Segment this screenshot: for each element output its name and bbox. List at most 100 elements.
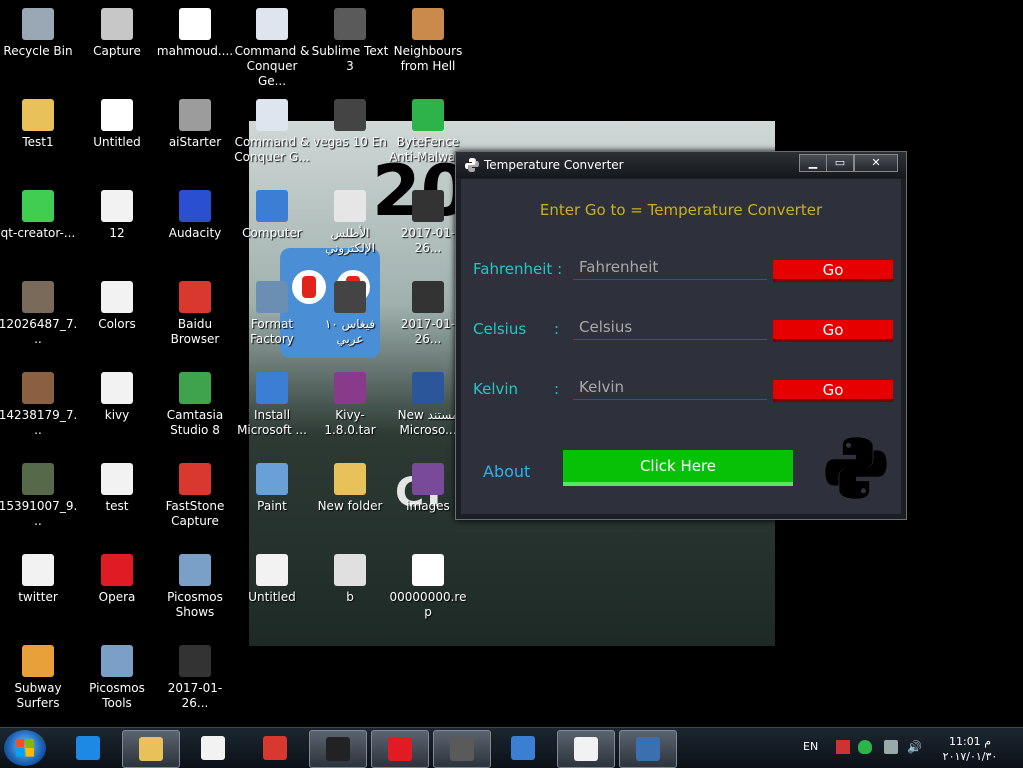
clock-time: 11:01 م: [948, 735, 991, 748]
fahrenheit-go-button[interactable]: Go: [773, 260, 893, 282]
desktop-icon[interactable]: Picosmos Shows: [155, 554, 235, 620]
shortcut-icon: [334, 190, 366, 222]
desktop-icon[interactable]: Command & Conquer G...: [232, 99, 312, 165]
power-icon[interactable]: [884, 740, 898, 754]
title-bar[interactable]: Temperature Converter ▁ ▭ ✕: [456, 152, 906, 178]
desktop-icon[interactable]: qt-creator-...: [0, 190, 78, 241]
close-button[interactable]: ✕: [854, 154, 898, 172]
desktop-icon[interactable]: Paint: [232, 463, 312, 514]
shield-icon[interactable]: [858, 740, 872, 754]
python-file-icon: [22, 554, 54, 586]
kelvin-colon: :: [554, 380, 560, 398]
taskbar-item-cmd[interactable]: [309, 730, 367, 768]
desktop-icon[interactable]: Colors: [77, 281, 157, 332]
desktop-icon[interactable]: 00000000.rep: [388, 554, 468, 620]
minimize-button[interactable]: ▁: [799, 154, 827, 172]
taskbar-item-sublime[interactable]: [433, 730, 491, 768]
desktop-icon-label: 12: [109, 226, 125, 240]
sublime-icon: [450, 737, 474, 761]
desktop-icon-label: kivy: [104, 408, 130, 422]
desktop-icon[interactable]: 14238179_7...: [0, 372, 78, 438]
video-icon: [412, 281, 444, 313]
kelvin-go-button[interactable]: Go: [773, 380, 893, 402]
desktop-icon[interactable]: Recycle Bin: [0, 8, 78, 59]
taskbar-item-internet-explorer[interactable]: [60, 730, 116, 766]
game-icon: [22, 645, 54, 677]
window-content: Enter Go to = Temperature Converter Fahr…: [461, 179, 901, 514]
desktop-icon-label: test: [105, 499, 129, 513]
video-icon: [179, 645, 211, 677]
faststone-icon: [179, 463, 211, 495]
internet-explorer-icon: [76, 736, 100, 760]
desktop-icon-label: Test1: [22, 135, 54, 149]
shortcut-icon: [256, 8, 288, 40]
heading: Enter Go to = Temperature Converter: [539, 201, 823, 219]
desktop-icon[interactable]: Subway Surfers: [0, 645, 78, 711]
taskbar-item-python-tk[interactable]: [619, 730, 677, 768]
desktop-icon[interactable]: فيغاس ١٠ عربي: [310, 281, 390, 347]
taskbar-item-file-explorer[interactable]: [122, 730, 180, 768]
desktop-icon[interactable]: vegas 10 En: [310, 99, 390, 150]
desktop-icon[interactable]: Untitled: [77, 99, 157, 150]
desktop-icon[interactable]: Install Microsoft ...: [232, 372, 312, 438]
desktop-icon[interactable]: Sublime Text 3: [310, 8, 390, 74]
network-icon[interactable]: [836, 740, 850, 754]
image-icon: [412, 463, 444, 495]
desktop-icon[interactable]: aiStarter: [155, 99, 235, 150]
kelvin-input[interactable]: [573, 375, 767, 400]
desktop-icon[interactable]: kivy: [77, 372, 157, 423]
volume-icon[interactable]: 🔊: [907, 740, 922, 754]
desktop-icon[interactable]: Test1: [0, 99, 78, 150]
celsius-go-button[interactable]: Go: [773, 320, 893, 342]
taskbar-item-python-idle[interactable]: [557, 730, 615, 768]
desktop-icon[interactable]: Capture: [77, 8, 157, 59]
desktop-icon[interactable]: 2017-01-26...: [155, 645, 235, 711]
browser-icon: [179, 281, 211, 313]
desktop-icon[interactable]: Kivy-1.8.0.tar: [310, 372, 390, 438]
python-file-icon: [101, 463, 133, 495]
desktop-icon[interactable]: Opera: [77, 554, 157, 605]
about-link[interactable]: About: [483, 462, 530, 481]
desktop-icon[interactable]: 15391007_9...: [0, 463, 78, 529]
desktop-icon[interactable]: 12026487_7...: [0, 281, 78, 347]
taskbar-item-opera[interactable]: [371, 730, 429, 768]
desktop-icon[interactable]: Audacity: [155, 190, 235, 241]
fahrenheit-input[interactable]: [573, 255, 767, 280]
file-explorer-icon: [139, 737, 163, 761]
desktop-icon-label: Kivy-1.8.0.tar: [324, 408, 376, 437]
desktop-icon[interactable]: Untitled: [232, 554, 312, 605]
desktop-icon-label: Recycle Bin: [3, 44, 73, 58]
desktop-icon-label: 12026487_7...: [0, 317, 78, 346]
desktop-icon[interactable]: twitter: [0, 554, 78, 605]
celsius-input[interactable]: [573, 315, 767, 340]
desktop-icon[interactable]: Computer: [232, 190, 312, 241]
desktop-icon[interactable]: test: [77, 463, 157, 514]
desktop-icon[interactable]: b: [310, 554, 390, 605]
maximize-button[interactable]: ▭: [826, 154, 854, 172]
desktop-icon[interactable]: 12: [77, 190, 157, 241]
desktop-icon[interactable]: New folder: [310, 463, 390, 514]
desktop-icon-label: twitter: [18, 590, 58, 604]
taskbar-item-baidu-browser[interactable]: [247, 730, 303, 766]
desktop-icon[interactable]: الأطلس الإلكتروني: [310, 190, 390, 256]
desktop-icon[interactable]: FastStone Capture: [155, 463, 235, 529]
taskbar-item-keyboard[interactable]: [495, 730, 551, 766]
desktop-icon[interactable]: Camtasia Studio 8: [155, 372, 235, 438]
python-file-icon: [101, 281, 133, 313]
desktop-icon[interactable]: Neighbours from Hell: [388, 8, 468, 74]
desktop-icon[interactable]: Picosmos Tools: [77, 645, 157, 711]
desktop-icon[interactable]: Baidu Browser: [155, 281, 235, 347]
language-indicator[interactable]: EN: [803, 740, 818, 753]
window-title: Temperature Converter: [484, 158, 624, 172]
clock[interactable]: 11:01 م ٢٠١٧/٠١/٣٠: [935, 734, 1005, 764]
start-button[interactable]: [4, 730, 46, 766]
desktop-icon[interactable]: Format Factory: [232, 281, 312, 347]
python-logo-icon: [825, 437, 887, 499]
desktop-icon[interactable]: Command & Conquer Ge...: [232, 8, 312, 89]
click-here-button[interactable]: Click Here: [563, 450, 793, 486]
taskbar-item-python[interactable]: [185, 730, 241, 766]
desktop-icon-label: Baidu Browser: [170, 317, 220, 346]
desktop-icon[interactable]: mahmoud....: [155, 8, 235, 59]
desktop-icon-label: 15391007_9...: [0, 499, 78, 528]
audio-file-icon: [256, 554, 288, 586]
